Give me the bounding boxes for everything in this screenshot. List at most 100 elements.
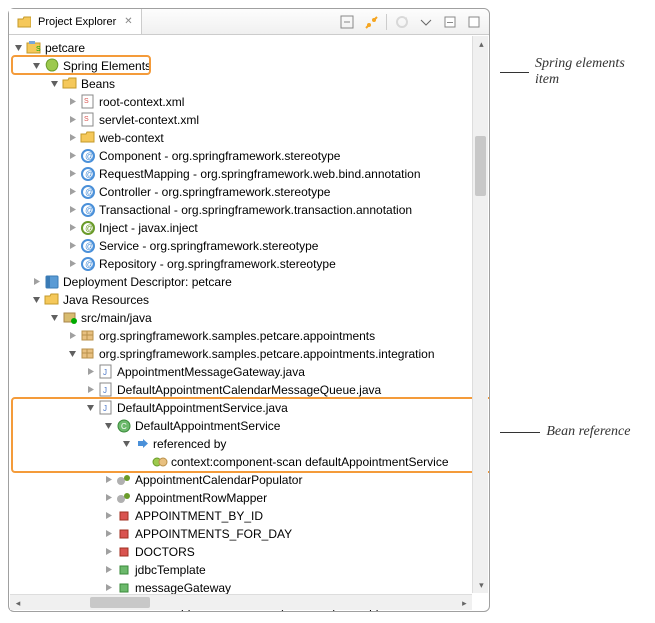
- tree-node[interactable]: root-context.xml: [13, 93, 489, 111]
- scroll-up-icon[interactable]: ▴: [474, 37, 488, 51]
- tree-node[interactable]: Repository - org.springframework.stereot…: [13, 255, 489, 273]
- scroll-thumb-v[interactable]: [475, 136, 486, 196]
- tree-label: DefaultAppointmentService: [135, 419, 280, 433]
- scroll-thumb-h[interactable]: [90, 597, 150, 608]
- tree-node[interactable]: Service - org.springframework.stereotype: [13, 237, 489, 255]
- expand-toggle[interactable]: [67, 96, 79, 108]
- tree-node[interactable]: servlet-context.xml: [13, 111, 489, 129]
- tree-node[interactable]: DefaultAppointmentCalendarMessageQueue.j…: [13, 381, 489, 399]
- expand-toggle[interactable]: [85, 366, 97, 378]
- jfile-icon: [98, 400, 114, 416]
- tree-node[interactable]: web-context: [13, 129, 489, 147]
- tree-node[interactable]: APPOINTMENTS_FOR_DAY: [13, 525, 489, 543]
- tree-label: APPOINTMENTS_FOR_DAY: [135, 527, 292, 541]
- tree-node[interactable]: org.springframework.samples.petcare.appo…: [13, 327, 489, 345]
- tree-node[interactable]: AppointmentRowMapper: [13, 489, 489, 507]
- tree-label: Deployment Descriptor: petcare: [63, 275, 232, 289]
- tree-node[interactable]: RequestMapping - org.springframework.web…: [13, 165, 489, 183]
- tree-node[interactable]: referenced by: [13, 435, 489, 453]
- vertical-scrollbar[interactable]: ▴ ▾: [472, 36, 488, 593]
- at-icon: [80, 184, 96, 200]
- tree-node[interactable]: Spring Elements: [13, 57, 489, 75]
- tree-label: Beans: [81, 77, 115, 91]
- expand-toggle[interactable]: [49, 312, 61, 324]
- fieldg-icon: [116, 562, 132, 578]
- expand-toggle[interactable]: [13, 42, 25, 54]
- at-icon: [80, 238, 96, 254]
- close-icon[interactable]: ✕: [124, 16, 132, 27]
- expand-toggle[interactable]: [85, 384, 97, 396]
- tree-node[interactable]: DOCTORS: [13, 543, 489, 561]
- tree-label: DefaultAppointmentService.java: [117, 401, 288, 415]
- tree-label: AppointmentMessageGateway.java: [117, 365, 305, 379]
- tree-node[interactable]: DefaultAppointmentService: [13, 417, 489, 435]
- tree-node[interactable]: Transactional - org.springframework.tran…: [13, 201, 489, 219]
- arrow-r-icon: [134, 436, 150, 452]
- scroll-right-icon[interactable]: ▸: [457, 596, 471, 610]
- sync-button[interactable]: [393, 13, 411, 31]
- gearbean-icon: [116, 490, 132, 506]
- expand-toggle[interactable]: [103, 510, 115, 522]
- expand-toggle[interactable]: [103, 474, 115, 486]
- tree-node[interactable]: Component - org.springframework.stereoty…: [13, 147, 489, 165]
- expand-toggle[interactable]: [67, 258, 79, 270]
- expand-toggle[interactable]: [49, 78, 61, 90]
- tree-node[interactable]: Java Resources: [13, 291, 489, 309]
- tree-viewport[interactable]: petcareSpring Elements Beans root-context.…: [9, 35, 489, 611]
- tree-node[interactable]: Beans: [13, 75, 489, 93]
- tree-node[interactable]: APPOINTMENT_BY_ID: [13, 507, 489, 525]
- tree-node[interactable]: petcare: [13, 39, 489, 57]
- scroll-left-icon[interactable]: ◂: [11, 596, 25, 610]
- expand-toggle[interactable]: [67, 186, 79, 198]
- expand-toggle[interactable]: [67, 114, 79, 126]
- tree-node[interactable]: Deployment Descriptor: petcare: [13, 273, 489, 291]
- tree-node[interactable]: Controller - org.springframework.stereot…: [13, 183, 489, 201]
- tree-label: referenced by: [153, 437, 226, 451]
- tree-node[interactable]: AppointmentMessageGateway.java: [13, 363, 489, 381]
- expand-toggle[interactable]: [67, 168, 79, 180]
- expand-toggle[interactable]: [67, 132, 79, 144]
- expand-toggle[interactable]: [67, 204, 79, 216]
- pkg-icon: [80, 346, 96, 362]
- maximize-button[interactable]: [465, 13, 483, 31]
- expand-toggle[interactable]: [121, 438, 133, 450]
- expand-toggle[interactable]: [103, 564, 115, 576]
- expand-toggle[interactable]: [67, 348, 79, 360]
- field-icon: [116, 526, 132, 542]
- expand-toggle[interactable]: [103, 546, 115, 558]
- proj-icon: [26, 40, 42, 56]
- tree-label: messageGateway: [135, 581, 231, 595]
- expand-toggle[interactable]: [103, 492, 115, 504]
- tree-node[interactable]: jdbcTemplate: [13, 561, 489, 579]
- jfile-icon: [98, 364, 114, 380]
- minimize-button[interactable]: [441, 13, 459, 31]
- expand-toggle[interactable]: [103, 420, 115, 432]
- view-toolbar: [338, 13, 489, 31]
- expand-toggle[interactable]: [67, 330, 79, 342]
- tree-node[interactable]: Inject - javax.inject: [13, 219, 489, 237]
- tree-node[interactable]: AppointmentCalendarPopulator: [13, 471, 489, 489]
- scroll-down-icon[interactable]: ▾: [474, 578, 488, 592]
- collapse-all-button[interactable]: [338, 13, 356, 31]
- expand-toggle[interactable]: [85, 402, 97, 414]
- tree-label: org.springframework.samples.petcare.appo…: [99, 329, 375, 343]
- tree-node[interactable]: context:component-scan defaultAppointmen…: [13, 453, 489, 471]
- expand-toggle[interactable]: [31, 60, 43, 72]
- expand-toggle[interactable]: [31, 294, 43, 306]
- expand-toggle[interactable]: [67, 240, 79, 252]
- link-editor-button[interactable]: [362, 13, 380, 31]
- view-menu-button[interactable]: [417, 13, 435, 31]
- expand-toggle[interactable]: [103, 528, 115, 540]
- at-icon: [80, 166, 96, 182]
- tree-node[interactable]: DefaultAppointmentService.java: [13, 399, 489, 417]
- tree-node[interactable]: src/main/java: [13, 309, 489, 327]
- view-tab[interactable]: Project Explorer ✕: [9, 9, 142, 34]
- expand-toggle[interactable]: [31, 276, 43, 288]
- tree-label: web-context: [99, 131, 164, 145]
- horizontal-scrollbar[interactable]: ◂ ▸: [10, 594, 472, 610]
- expand-toggle[interactable]: [67, 150, 79, 162]
- pkg-s-icon: [62, 310, 78, 326]
- tree-node[interactable]: org.springframework.samples.petcare.appo…: [13, 345, 489, 363]
- expand-toggle[interactable]: [103, 582, 115, 594]
- expand-toggle[interactable]: [67, 222, 79, 234]
